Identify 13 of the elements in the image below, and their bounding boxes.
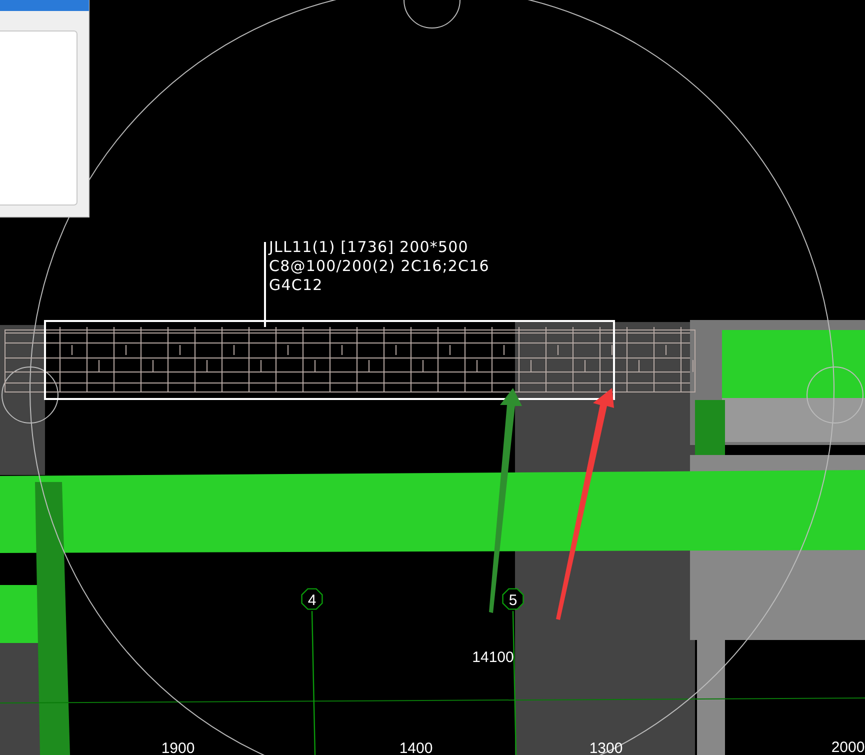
beam-block <box>0 585 38 643</box>
dimension-text: 14100 <box>472 649 514 666</box>
axis-number: 4 <box>308 592 316 609</box>
axis-number: 5 <box>508 592 518 609</box>
beam-label: G4C12 <box>269 276 323 294</box>
dimension-text: 1900 <box>161 740 195 755</box>
dimension-text: 1400 <box>399 740 433 755</box>
beam-label: C8@100/200(2) 2C16;2C16 <box>269 257 490 275</box>
arrow-icon <box>556 388 614 620</box>
beam-outline[interactable] <box>44 320 615 400</box>
beam-label: JLL11(1) [1736] 200*500 <box>269 238 468 256</box>
dimension-text: 2000 <box>831 739 865 755</box>
arrow-icon <box>489 388 522 613</box>
